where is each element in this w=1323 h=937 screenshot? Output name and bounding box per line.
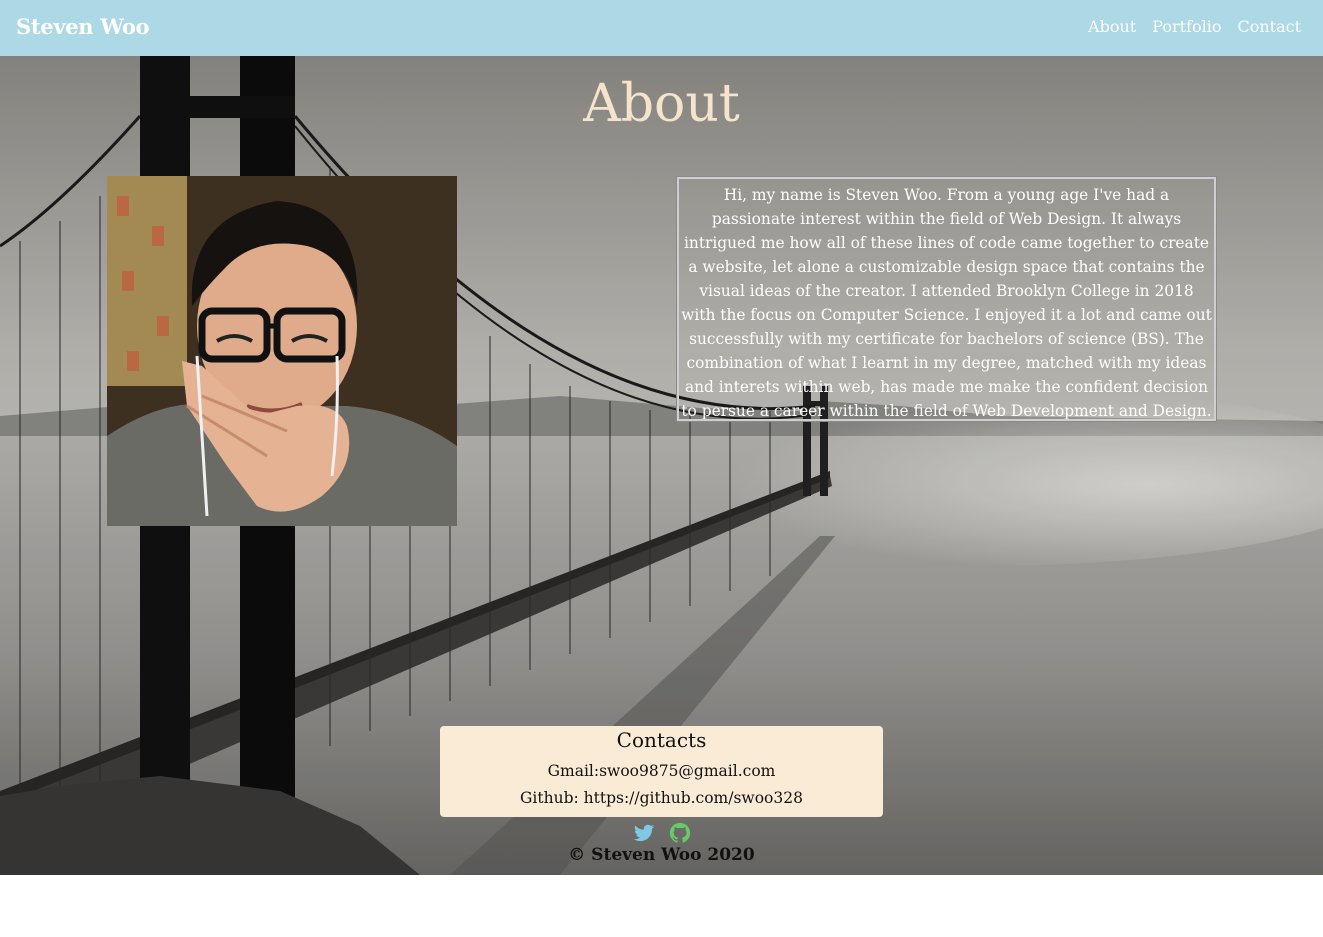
profile-photo — [107, 176, 457, 526]
navbar: Steven Woo About Portfolio Contact — [0, 0, 1323, 56]
github-icon[interactable] — [669, 822, 691, 844]
contacts-title: Contacts — [616, 728, 707, 752]
nav-link-portfolio[interactable]: Portfolio — [1152, 17, 1221, 36]
hero-section: About Hi, my name is Steven Woo. From a … — [0, 56, 1323, 875]
nav-link-contact[interactable]: Contact — [1237, 17, 1301, 36]
nav-link-about[interactable]: About — [1088, 17, 1136, 36]
about-title: About — [583, 74, 740, 134]
contacts-card: Contacts Gmail:swoo9875@gmail.com Github… — [440, 726, 883, 817]
gmail-contact: Gmail:swoo9875@gmail.com — [547, 762, 776, 780]
github-contact: Github: https://github.com/swoo328 — [520, 789, 803, 807]
bio-text: Hi, my name is Steven Woo. From a young … — [676, 176, 1217, 422]
copyright-text: © Steven Woo 2020 — [568, 845, 755, 865]
twitter-icon[interactable] — [633, 822, 655, 844]
nav-links: About Portfolio Contact — [1088, 17, 1301, 36]
brand-link[interactable]: Steven Woo — [16, 14, 150, 39]
social-links — [0, 822, 1323, 844]
